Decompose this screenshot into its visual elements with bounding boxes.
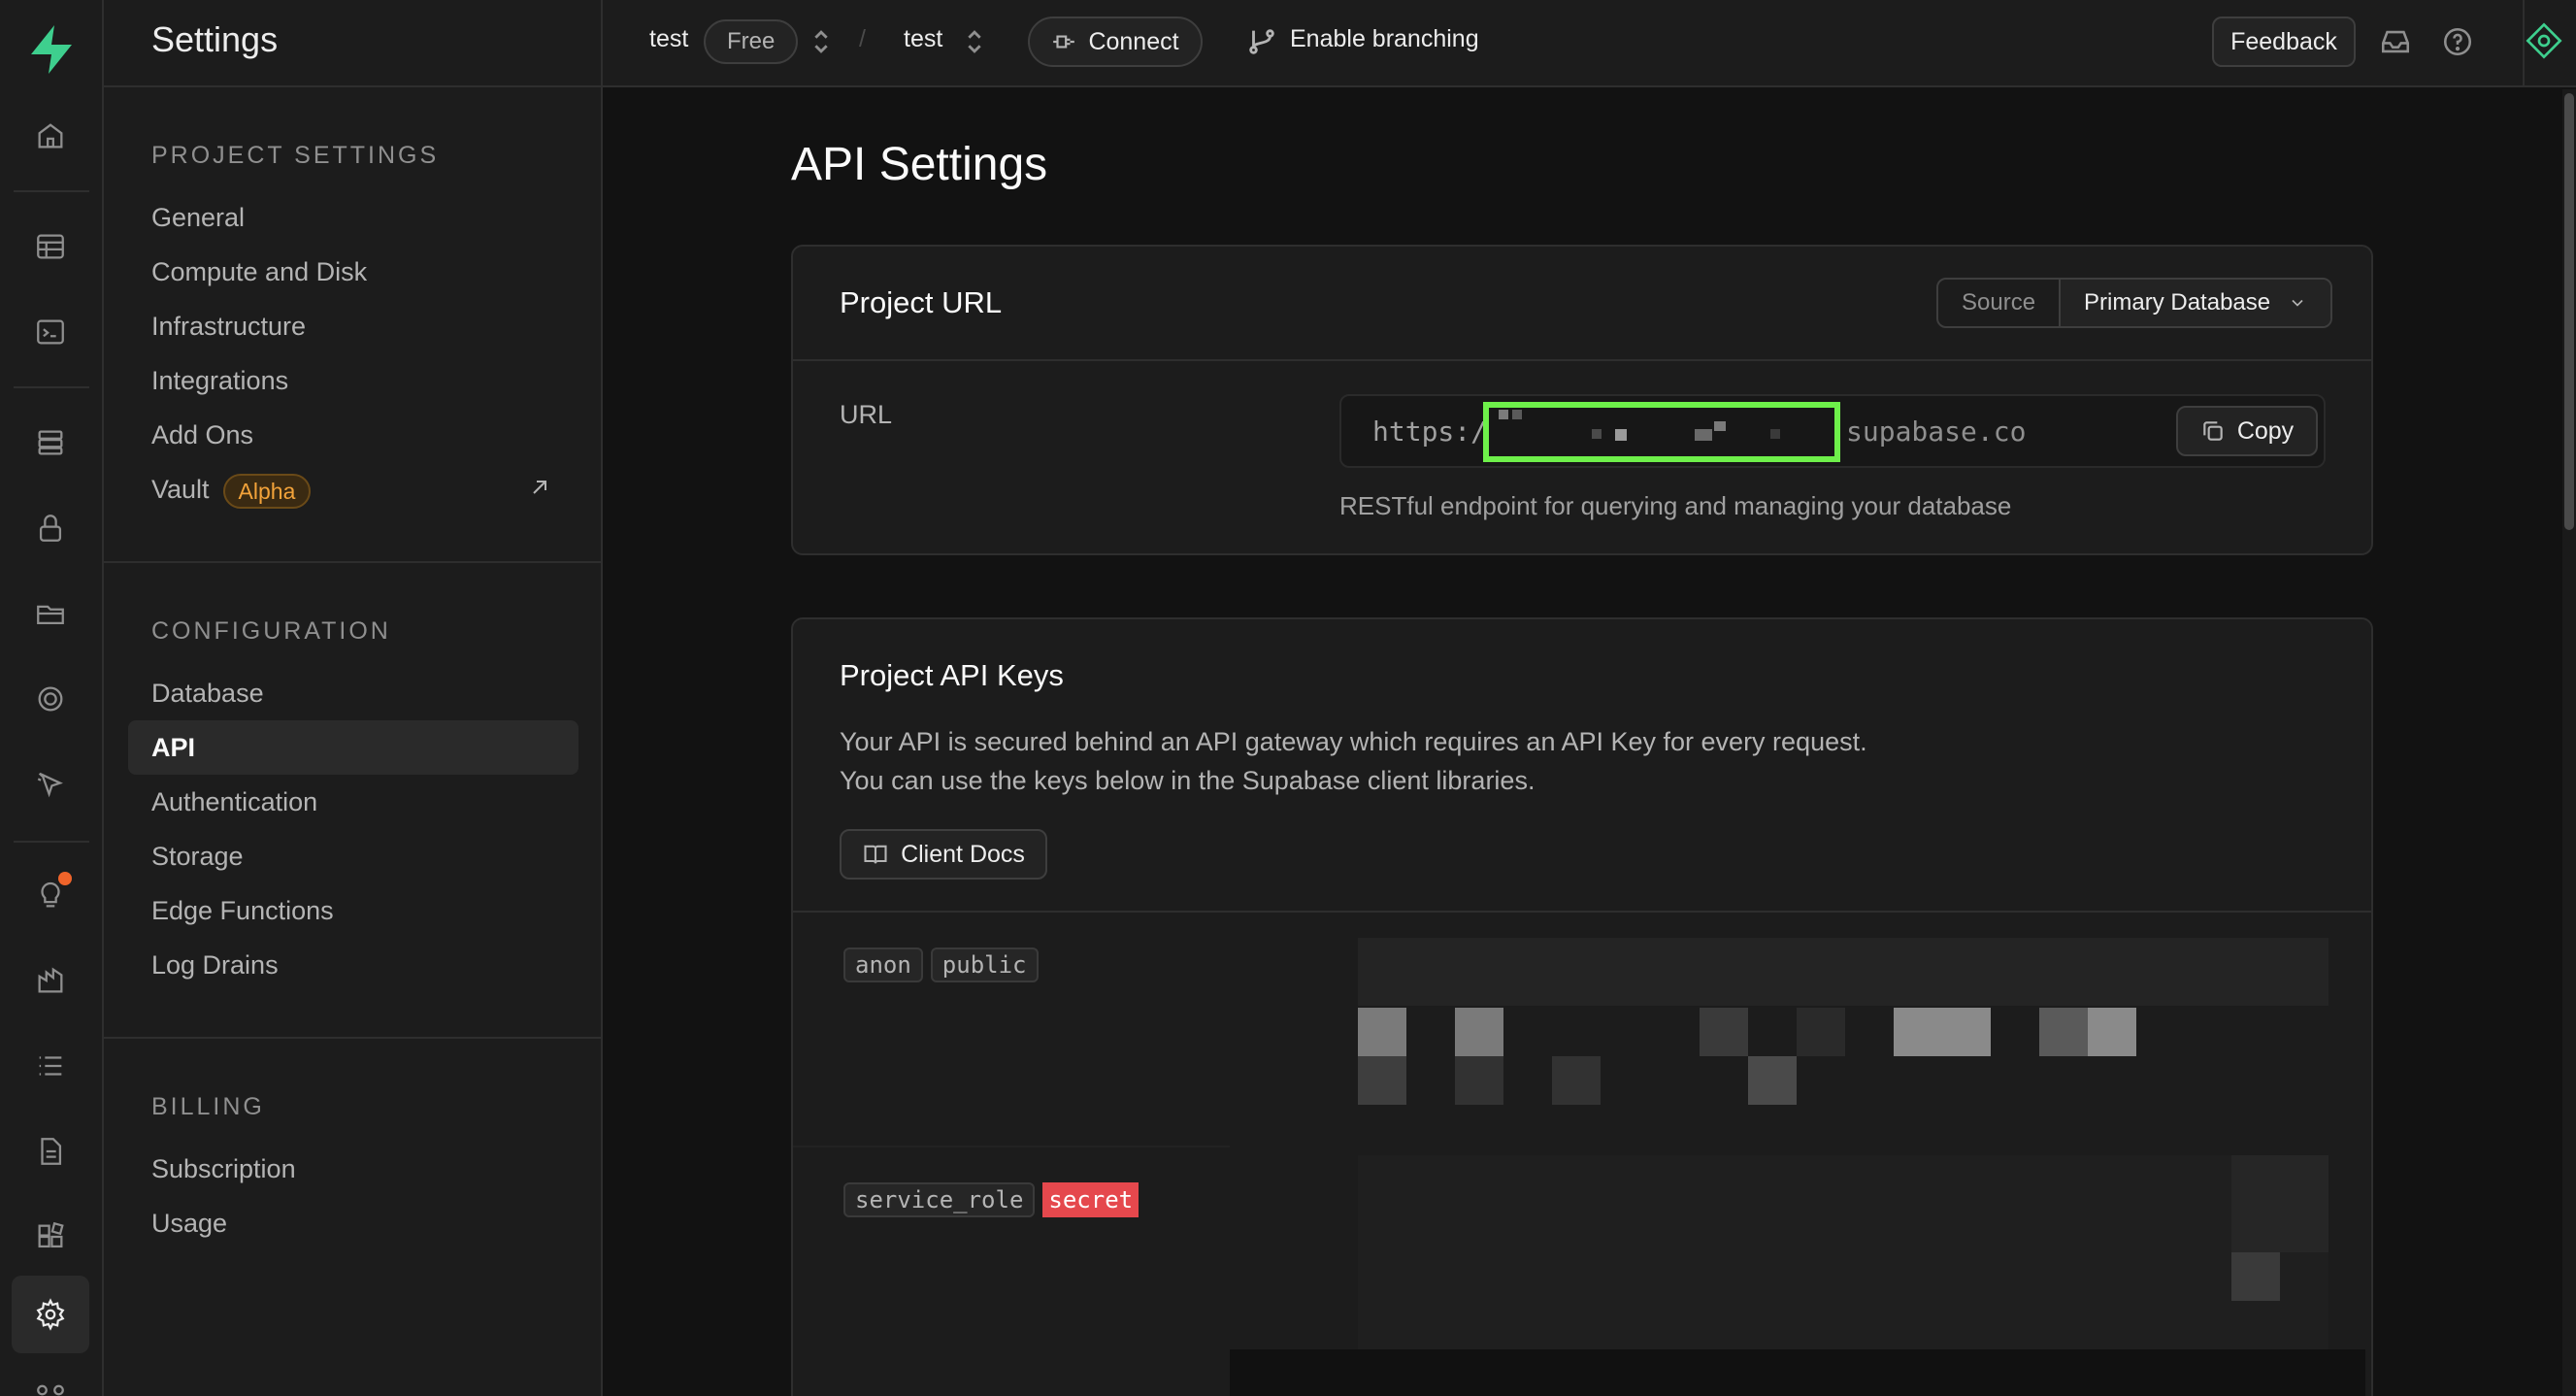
copy-icon [2203,421,2223,441]
api-keys-description-line-2: You can use the keys below in the Supaba… [840,766,1536,795]
connect-label: Connect [1088,27,1179,55]
project-url-title: Project URL [840,285,1003,319]
sidebar-item-integrations[interactable]: Integrations [151,361,288,400]
sidebar-item-general[interactable]: General [151,198,245,237]
secret-tag: secret [1042,1182,1139,1217]
sidebar-item-database[interactable]: Database [151,674,264,713]
reports-icon[interactable] [27,957,74,1004]
plug-icon [1053,35,1075,49]
icon-rail [0,0,104,1396]
settings-gear-icon[interactable] [12,1276,89,1353]
assistant-icon[interactable] [2525,21,2563,60]
supabase-logo[interactable] [25,23,78,76]
service-role-key-tags: service_role secret [843,1182,1146,1217]
sidebar-item-subscription[interactable]: Subscription [151,1149,296,1188]
api-keys-card: Project API Keys Your API is secured beh… [791,617,2373,1396]
sidebar-item-vault[interactable]: Vault Alpha [151,470,312,509]
database-icon[interactable] [27,419,74,466]
notification-dot [58,872,72,885]
alpha-badge: Alpha [222,473,312,509]
client-docs-label: Client Docs [901,840,1025,868]
chevron-down-icon [2292,299,2303,307]
url-help-text: RESTful endpoint for querying and managi… [1339,491,2012,520]
sql-editor-icon[interactable] [27,309,74,355]
connect-button[interactable]: Connect [1028,17,1203,67]
scrollbar[interactable] [2562,89,2576,1396]
sidebar-item-add-ons[interactable]: Add Ons [151,415,253,454]
integrations-icon[interactable] [27,1213,74,1260]
sidebar-item-edge-functions[interactable]: Edge Functions [151,891,334,930]
book-icon [864,845,887,864]
breadcrumb-separator: / [859,25,866,52]
client-docs-button[interactable]: Client Docs [840,829,1047,880]
sidebar-item-label: Vault [151,475,210,504]
plan-badge: Free [704,19,799,64]
copy-url-button[interactable]: Copy [2176,406,2318,456]
more-icon[interactable] [27,1367,74,1396]
help-icon[interactable] [2441,25,2474,58]
url-suffix: supabase.co [1846,415,2027,448]
edge-functions-icon[interactable] [27,761,74,808]
anon-tag: anon [843,947,923,982]
source-dropdown[interactable]: Primary Database [2061,280,2331,326]
sidebar-item-infrastructure[interactable]: Infrastructure [151,307,306,346]
anon-key-tags: anon public [843,947,1046,982]
api-keys-title: Project API Keys [840,658,1064,692]
sidebar-item-api[interactable]: API [128,720,578,775]
table-editor-icon[interactable] [27,223,74,270]
sidebar-item-log-drains[interactable]: Log Drains [151,946,279,984]
service-role-tag: service_role [843,1182,1036,1217]
org-name[interactable]: test [649,25,688,53]
enable-branching-button[interactable]: Enable branching [1290,25,1479,53]
url-label: URL [840,400,893,429]
copy-label: Copy [2236,416,2295,445]
anon-key-value-redacted [1358,938,2328,1006]
api-keys-description-line-1: Your API is secured behind an API gatewa… [840,727,1867,756]
chevrons-up-down-icon[interactable] [805,25,838,58]
logs-list-icon[interactable] [27,1043,74,1089]
url-field[interactable]: https:/ supabase.co Copy [1339,394,2326,468]
git-branch-icon [1249,29,1274,54]
sidebar-item-storage[interactable]: Storage [151,837,244,876]
sidebar-title: Settings [151,19,279,59]
source-value: Primary Database [2084,289,2271,316]
redacted-url-highlight [1483,402,1840,462]
service-role-key-value-redacted [1358,1155,2328,1349]
project-name[interactable]: test [904,25,942,53]
lock-icon[interactable] [27,505,74,551]
chevrons-up-down-icon[interactable] [958,25,991,58]
public-tag: public [930,947,1039,982]
sidebar-item-authentication[interactable]: Authentication [151,782,317,821]
source-selector[interactable]: Source Primary Database [1936,278,2333,328]
external-link-icon[interactable] [528,476,551,499]
inbox-icon[interactable] [2379,25,2412,58]
sidebar-item-compute-and-disk[interactable]: Compute and Disk [151,252,367,291]
url-prefix: https:/ [1372,415,1488,448]
storage-icon[interactable] [27,590,74,637]
section-heading-billing: BILLING [151,1093,265,1120]
source-label: Source [1938,280,2062,326]
top-bar: test Free / test Connect Enable branchin… [603,0,2576,87]
project-url-card: Project URL Source Primary Database URL … [791,245,2373,555]
section-heading-configuration: CONFIGURATION [151,617,391,645]
page-title: API Settings [791,139,1048,190]
settings-sidebar: Settings PROJECT SETTINGS General Comput… [104,0,603,1396]
feedback-button[interactable]: Feedback [2212,17,2356,67]
realtime-icon[interactable] [27,676,74,722]
api-docs-icon[interactable] [27,1128,74,1175]
home-icon[interactable] [27,113,74,159]
sidebar-item-usage[interactable]: Usage [151,1204,227,1243]
section-heading-project-settings: PROJECT SETTINGS [151,142,440,169]
